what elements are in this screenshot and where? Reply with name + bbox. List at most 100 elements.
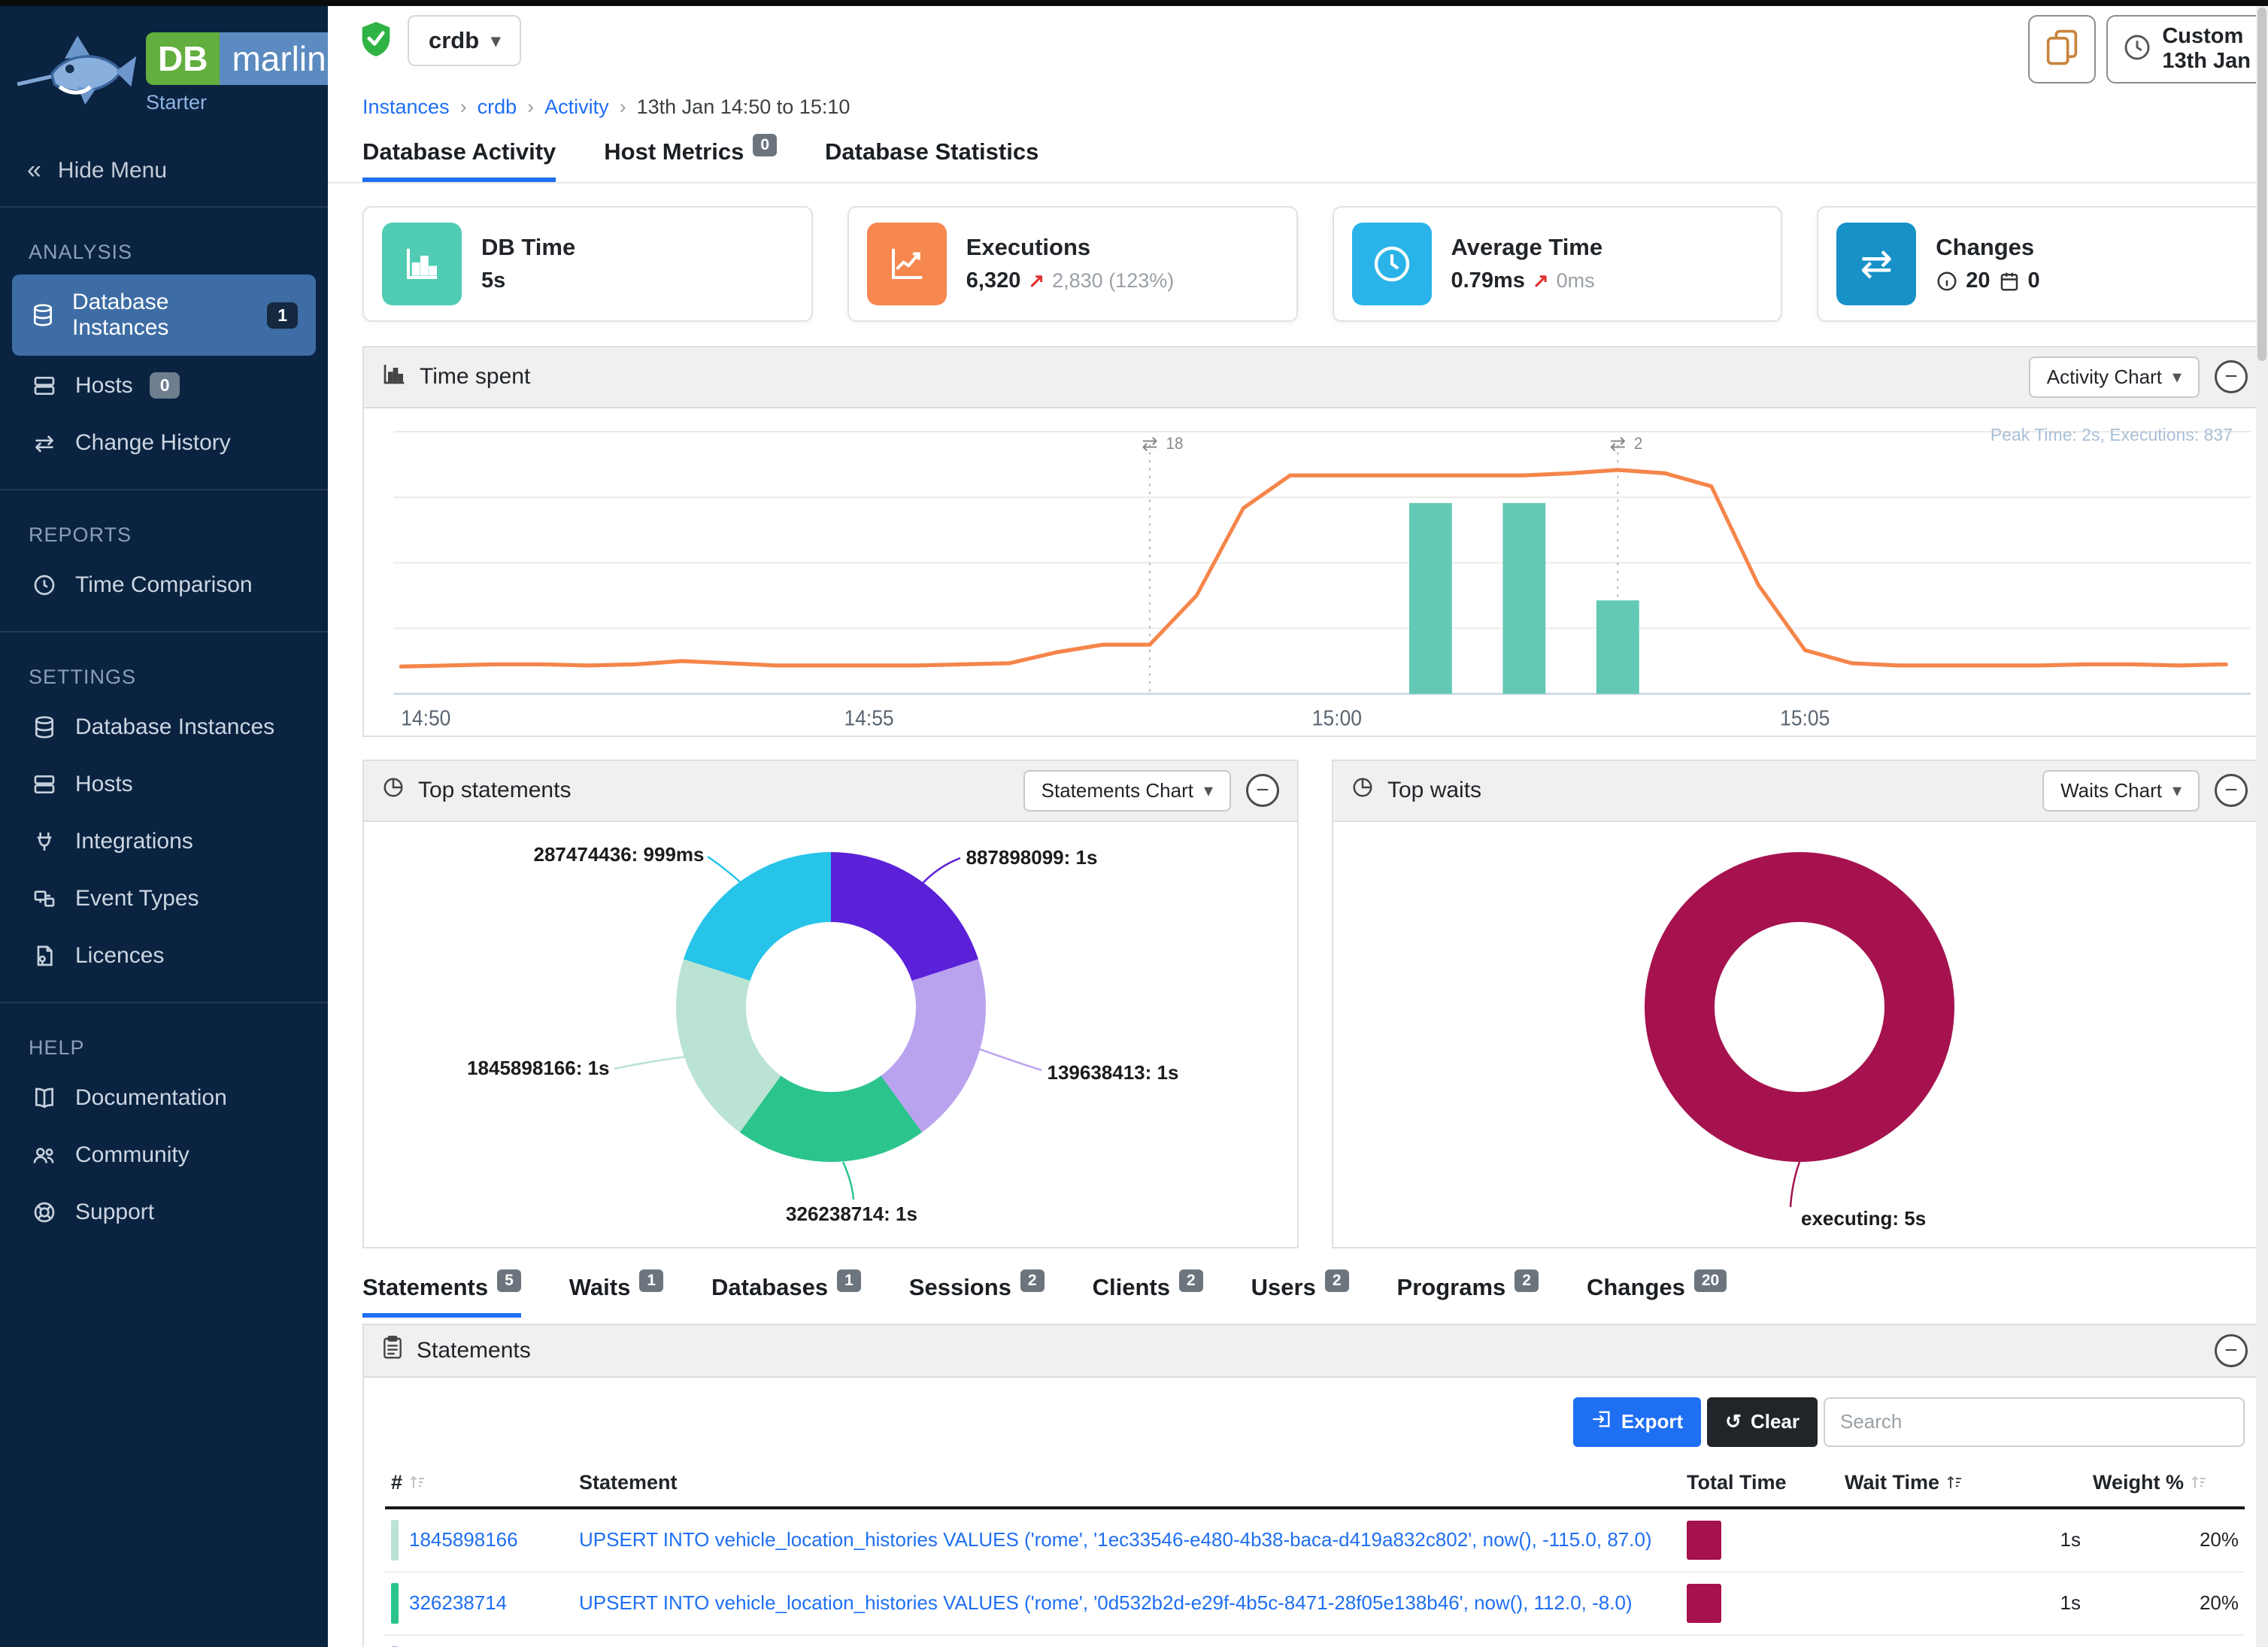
collapse-panel-button[interactable]: − xyxy=(2215,1334,2248,1367)
window-top-strip xyxy=(0,0,2268,6)
sidebar-item-integrations[interactable]: Integrations xyxy=(12,814,316,869)
count-badge: 2 xyxy=(1020,1269,1045,1292)
sort-icon[interactable] xyxy=(408,1473,426,1491)
collapse-panel-button[interactable]: − xyxy=(2215,774,2248,807)
sidebar-section-help: HELPDocumentationCommunitySupport xyxy=(0,1003,328,1258)
sidebar-item-hosts[interactable]: Hosts0 xyxy=(12,357,316,414)
table-row: 1845898166 UPSERT INTO vehicle_location_h… xyxy=(385,1508,2245,1572)
scrollbar[interactable] xyxy=(2256,6,2268,1647)
time-spent-header: Time spent Activity Chart ▾ − xyxy=(364,347,2266,408)
statements-chart-dropdown[interactable]: Statements Chart ▾ xyxy=(1023,770,1231,811)
column-header--[interactable]: # xyxy=(385,1459,573,1508)
main-content: crdb ▾ xyxy=(328,0,2268,1647)
sidebar-item-time-comparison[interactable]: Time Comparison xyxy=(12,557,316,613)
brand-marlin: marlin xyxy=(220,32,338,85)
metric-title: Executions xyxy=(966,234,1174,261)
sidebar-item-label: Change History xyxy=(75,430,231,456)
time-range-button[interactable]: Custom 13th Jan xyxy=(2106,15,2267,83)
waits-chart-dropdown[interactable]: Waits Chart ▾ xyxy=(2042,770,2200,811)
sidebar-item-support[interactable]: Support xyxy=(12,1184,316,1240)
metric-card-changes[interactable]: ⇄Changes200 xyxy=(1817,206,2267,322)
sidebar-item-community[interactable]: Community xyxy=(12,1127,316,1183)
sidebar-item-label: Event Types xyxy=(75,886,199,911)
column-header-total-time[interactable]: Total Time xyxy=(1681,1459,1839,1508)
breadcrumb-link-activity[interactable]: Activity xyxy=(544,96,609,119)
detail-tab-users[interactable]: Users2 xyxy=(1251,1274,1349,1318)
detail-tab-waits[interactable]: Waits1 xyxy=(569,1274,663,1318)
weight-value: 20% xyxy=(2087,1572,2245,1635)
tab-label: Changes xyxy=(1587,1274,1685,1301)
export-button[interactable]: Export xyxy=(1573,1397,1701,1447)
statement-text-link[interactable]: UPSERT INTO vehicle_location_histories V… xyxy=(579,1591,1633,1614)
column-label: Statement xyxy=(579,1471,678,1494)
sort-icon[interactable] xyxy=(1945,1473,1963,1491)
breadcrumb-link-instances[interactable]: Instances xyxy=(362,96,450,119)
tab-database-statistics[interactable]: Database Statistics xyxy=(825,138,1038,182)
tab-label: Host Metrics xyxy=(604,138,744,165)
sidebar-item-event-types[interactable]: Event Types xyxy=(12,871,316,927)
sidebar-item-database-instances[interactable]: Database Instances1 xyxy=(12,274,316,356)
detail-tab-clients[interactable]: Clients2 xyxy=(1093,1274,1203,1318)
svg-text:2: 2 xyxy=(1634,434,1642,453)
metric-card-executions[interactable]: Executions6,320↗2,830 (123%) xyxy=(847,206,1298,322)
statement-id-link[interactable]: 326238714 xyxy=(409,1591,507,1615)
sort-icon[interactable] xyxy=(2190,1473,2208,1491)
detail-tabs: Statements5 Waits1 Databases1 Sessions2 Clie… xyxy=(328,1248,2268,1318)
time-spent-panel: Time spent Activity Chart ▾ − Peak Time:… xyxy=(362,346,2267,737)
detail-tab-databases[interactable]: Databases1 xyxy=(711,1274,861,1318)
breadcrumb-current: 13th Jan 14:50 to 15:10 xyxy=(637,96,850,119)
tab-database-activity[interactable]: Database Activity xyxy=(362,138,556,182)
brand-db: DB xyxy=(146,32,220,85)
instance-selector[interactable]: crdb ▾ xyxy=(408,15,521,66)
count-badge: 1 xyxy=(639,1269,663,1292)
detail-tab-programs[interactable]: Programs2 xyxy=(1397,1274,1539,1318)
column-label: # xyxy=(391,1471,402,1494)
donut-label-executing: executing: 5s xyxy=(1801,1207,1926,1230)
trend-up-icon: ↗ xyxy=(1028,269,1045,293)
sidebar-item-hosts[interactable]: Hosts xyxy=(12,757,316,812)
sidebar-item-database-instances[interactable]: Database Instances xyxy=(12,699,316,755)
scrollbar-thumb[interactable] xyxy=(2257,8,2266,361)
collapse-panel-button[interactable]: − xyxy=(2215,360,2248,393)
sidebar-item-label: Integrations xyxy=(75,829,193,854)
collapse-icon: « xyxy=(27,156,41,185)
donut-label-139638413: 139638413: 1s xyxy=(1048,1061,1179,1084)
sidebar-item-label: Hosts xyxy=(75,373,133,399)
count-badge: 1 xyxy=(837,1269,861,1292)
sidebar-item-documentation[interactable]: Documentation xyxy=(12,1070,316,1126)
metric-title: DB Time xyxy=(481,234,575,261)
statements-table-title: Statements xyxy=(417,1338,531,1363)
metric-card-db-time[interactable]: DB Time5s xyxy=(362,206,813,322)
chevron-down-icon: ▾ xyxy=(491,30,500,52)
sidebar-item-change-history[interactable]: ⇄ Change History xyxy=(12,415,316,471)
chevron-down-icon: ▾ xyxy=(1204,780,1213,802)
activity-chart-dropdown[interactable]: Activity Chart ▾ xyxy=(2029,356,2200,398)
detail-tab-statements[interactable]: Statements5 xyxy=(362,1274,521,1318)
column-header-wait-time[interactable]: Wait Time xyxy=(1839,1459,2087,1508)
column-header-statement[interactable]: Statement xyxy=(573,1459,1681,1508)
statement-text-link[interactable]: UPSERT INTO vehicle_location_histories V… xyxy=(579,1528,1652,1551)
hosts-icon xyxy=(30,374,59,398)
info-icon xyxy=(1936,270,1958,293)
activity-chart-dropdown-label: Activity Chart xyxy=(2047,365,2162,389)
statement-id-link[interactable]: 1845898166 xyxy=(409,1528,518,1551)
sidebar-section-analysis: ANALYSISDatabase Instances1Hosts0⇄Change… xyxy=(0,208,328,490)
hide-menu-button[interactable]: « Hide Menu xyxy=(0,135,328,208)
metric-card-average-time[interactable]: Average Time0.79ms↗0ms xyxy=(1333,206,1783,322)
peak-note: Peak Time: 2s, Executions: 837 xyxy=(1991,425,2233,445)
breadcrumb-link-crdb[interactable]: crdb xyxy=(478,96,517,119)
column-header-weight-[interactable]: Weight % xyxy=(2087,1459,2245,1508)
change-icon: ⇄ xyxy=(30,431,59,455)
detail-tab-changes[interactable]: Changes20 xyxy=(1587,1274,1727,1318)
copy-dashboard-button[interactable] xyxy=(2028,15,2096,83)
weight-value: 20% xyxy=(2087,1635,2245,1647)
tab-host-metrics[interactable]: Host Metrics0 xyxy=(604,138,777,182)
count-badge: 0 xyxy=(753,134,777,156)
sidebar-section-reports: REPORTSTime Comparison xyxy=(0,490,328,632)
collapse-panel-button[interactable]: − xyxy=(1246,774,1279,807)
activity-chart-canvas: ⇄18⇄214:5014:5515:0015:05 xyxy=(371,416,2258,736)
clear-button[interactable]: ↺ Clear xyxy=(1707,1397,1818,1447)
sidebar-item-licences[interactable]: Licences xyxy=(12,928,316,984)
search-input[interactable] xyxy=(1824,1397,2245,1447)
detail-tab-sessions[interactable]: Sessions2 xyxy=(909,1274,1045,1318)
